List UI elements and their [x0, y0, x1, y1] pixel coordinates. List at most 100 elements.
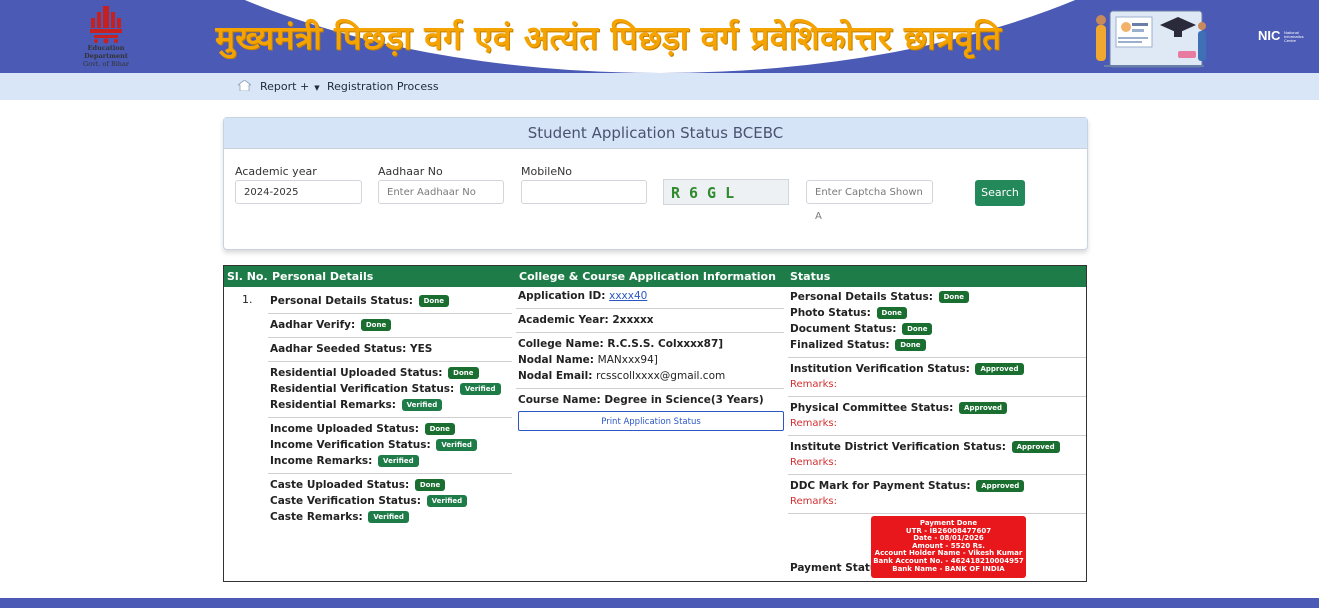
- mobile-label: MobileNo: [521, 165, 573, 178]
- site-header: Education Department Govt. of Bihar मुख्…: [0, 0, 1319, 73]
- aadhaar-input[interactable]: Enter Aadhaar No: [378, 180, 504, 204]
- header-sl-no: Sl. No.: [227, 270, 268, 283]
- status-badge: Done: [448, 367, 479, 379]
- captcha-image: R6GL: [663, 179, 789, 205]
- app-id-block: Application ID: xxxx40: [516, 287, 784, 309]
- college-course-column: Application ID: xxxx40 Academic Year: 2x…: [516, 287, 784, 431]
- remarks-label: Remarks:: [790, 379, 838, 390]
- print-application-status-button[interactable]: Print Application Status: [518, 411, 784, 431]
- payment-line: Bank Name - BANK OF INDIA: [892, 564, 1005, 573]
- college-name-label: College Name:: [518, 338, 604, 350]
- search-button[interactable]: Search: [975, 180, 1025, 206]
- college-name-value: R.C.S.S. Colxxxx87]: [607, 338, 724, 350]
- aadhar-seeded-value: YES: [410, 343, 433, 355]
- caste-uploaded-label: Caste Uploaded Status:: [270, 479, 410, 491]
- caste-verify-label: Caste Verification Status:: [270, 495, 421, 507]
- status-badge: Done: [902, 323, 933, 335]
- nodal-email-label: Nodal Email:: [518, 370, 593, 382]
- course-label: Course Name:: [518, 394, 601, 406]
- results-table: Sl. No. Personal Details College & Cours…: [223, 265, 1087, 582]
- pd-status-label: Personal Details Status:: [790, 291, 933, 303]
- status-badge: Done: [876, 307, 907, 319]
- status-badge: Approved: [1011, 441, 1060, 453]
- status-badge: Done: [424, 423, 455, 435]
- header-college-course: College & Course Application Information: [519, 270, 776, 283]
- home-icon[interactable]: [236, 79, 253, 94]
- academic-year-row-label: Academic Year:: [518, 314, 609, 326]
- res-remarks-label: Residential Remarks:: [270, 399, 396, 411]
- status-badge: Approved: [959, 402, 1008, 414]
- district-verification-label: Institute District Verification Status:: [790, 441, 1006, 453]
- inc-uploaded-label: Income Uploaded Status:: [270, 423, 419, 435]
- remarks-label: Remarks:: [790, 457, 838, 468]
- remarks-label: Remarks:: [790, 418, 838, 429]
- res-uploaded-label: Residential Uploaded Status:: [270, 367, 443, 379]
- application-id-link[interactable]: xxxx40: [609, 290, 647, 302]
- academic-year-row-value: 2xxxxx: [612, 314, 654, 326]
- search-card: Student Application Status BCEBC Academi…: [223, 117, 1088, 250]
- residential-block: Residential Uploaded Status: Done Reside…: [268, 362, 512, 418]
- nodal-name-value: MANxxx94]: [597, 354, 658, 366]
- mobile-input[interactable]: [521, 180, 647, 204]
- physical-committee-label: Physical Committee Status:: [790, 402, 954, 414]
- res-verify-label: Residential Verification Status:: [270, 383, 455, 395]
- nodal-email-value: rcsscollxxxx@gmail.com: [596, 370, 726, 382]
- status-badge: Verified: [401, 399, 443, 411]
- course-block: Course Name: Degree in Science(3 Years) …: [516, 389, 784, 431]
- header-personal-details: Personal Details: [272, 270, 374, 283]
- finalized-status-label: Finalized Status:: [790, 339, 890, 351]
- status-badge: Done: [360, 319, 392, 331]
- nic-logo-text: NIC: [1258, 28, 1281, 43]
- nav-report-dropdown[interactable]: Report + ▼: [260, 80, 320, 93]
- caste-block: Caste Uploaded Status: Done Caste Verifi…: [268, 474, 512, 529]
- income-block: Income Uploaded Status: Done Income Veri…: [268, 418, 512, 474]
- status-badge: Verified: [368, 511, 409, 523]
- table-header: Sl. No. Personal Details College & Cours…: [224, 266, 1086, 287]
- student-graduation-illustration: [1090, 5, 1215, 71]
- status-badge: Verified: [426, 495, 468, 507]
- status-badge: Approved: [976, 480, 1025, 492]
- captcha-input[interactable]: Enter Captcha Shown A: [806, 180, 933, 222]
- payment-status-block: Payment Status: Payment Done UTR - IB260…: [788, 514, 1086, 578]
- status-badge: Done: [418, 295, 449, 307]
- document-status-label: Document Status:: [790, 323, 897, 335]
- status-badge: Verified: [378, 455, 419, 467]
- doc-status-block: Personal Details Status: Done Photo Stat…: [788, 287, 1086, 358]
- aadhar-verify-block: Aadhar Verify: Done: [268, 314, 512, 338]
- inc-verify-label: Income Verification Status:: [270, 439, 431, 451]
- emblem-caption-dept: Education Department: [84, 44, 128, 60]
- institution-verification-block: Institution Verification Status: Approve…: [788, 358, 1086, 397]
- aadhar-verify-label: Aadhar Verify:: [270, 319, 356, 331]
- status-badge: Done: [895, 339, 926, 351]
- photo-status-label: Photo Status:: [790, 307, 871, 319]
- inc-remarks-label: Income Remarks:: [270, 455, 373, 467]
- nodal-name-label: Nodal Name:: [518, 354, 594, 366]
- bihar-emblem: Education Department Govt. of Bihar: [70, 4, 142, 68]
- caret-down-icon: ▼: [314, 84, 320, 92]
- emblem-caption-govt: Govt. of Bihar: [83, 60, 129, 68]
- main-navbar: Report + ▼ Registration Process: [0, 73, 1319, 100]
- pd-status-label: Personal Details Status:: [270, 295, 413, 307]
- nav-registration-process[interactable]: Registration Process: [327, 80, 439, 93]
- institution-verification-label: Institution Verification Status:: [790, 363, 970, 375]
- status-badge: Verified: [459, 383, 501, 395]
- nic-logo: NIC National Informatics Centre: [1258, 28, 1304, 43]
- status-column: Personal Details Status: Done Photo Stat…: [788, 287, 1086, 578]
- status-badge: Done: [938, 291, 969, 303]
- ddc-payment-block: DDC Mark for Payment Status: Approved Re…: [788, 475, 1086, 514]
- caste-remarks-label: Caste Remarks:: [270, 511, 363, 523]
- nav-report-label: Report +: [260, 80, 310, 93]
- academic-year-select[interactable]: 2024-2025: [235, 180, 362, 204]
- status-badge: Verified: [436, 439, 477, 451]
- banner-title: मुख्यमंत्री पिछड़ा वर्ग एवं अत्यंत पिछड़…: [215, 18, 1002, 57]
- course-value: Degree in Science(3 Years): [604, 394, 764, 406]
- bihar-emblem-icon: [90, 6, 122, 44]
- physical-committee-block: Physical Committee Status: Approved Rema…: [788, 397, 1086, 436]
- nic-logo-subtext: National Informatics Centre: [1284, 29, 1304, 43]
- ddc-payment-label: DDC Mark for Payment Status:: [790, 480, 971, 492]
- header-status: Status: [790, 270, 831, 283]
- payment-details-box: Payment Done UTR - IB26008477607 Date - …: [871, 516, 1026, 578]
- college-info-block: College Name: R.C.S.S. Colxxxx87] Nodal …: [516, 333, 784, 389]
- footer-strip: [0, 598, 1319, 608]
- row-sl-no: 1.: [242, 293, 253, 306]
